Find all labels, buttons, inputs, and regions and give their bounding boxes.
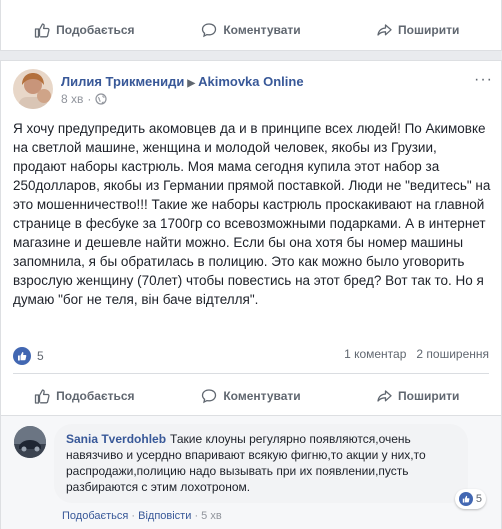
caret-right-icon: ▶ [187, 78, 196, 89]
globe-icon[interactable] [95, 93, 107, 105]
post-meta: 8 хв · [61, 92, 107, 106]
thumbs-up-icon [34, 23, 50, 38]
post-body: Я хочу предупредить акомовцев да и в при… [13, 121, 491, 307]
engagement-counts: 1 коментар 2 поширення [344, 347, 489, 361]
comments-count[interactable]: 1 коментар [344, 347, 406, 361]
comment-time[interactable]: 5 хв [201, 510, 222, 522]
like-label: Подобається [56, 23, 135, 37]
dot-separator: · [87, 92, 92, 106]
comment-actions: Подобається · Відповісти · 5 хв [62, 510, 222, 522]
commenter-photo [14, 426, 46, 458]
shares-count[interactable]: 2 поширення [416, 347, 489, 361]
share-icon [377, 24, 392, 36]
post-time[interactable]: 8 хв [61, 92, 83, 106]
comment-reactions-count: 5 [475, 493, 482, 505]
share-label: Поширити [398, 23, 460, 37]
comment-label: Коментувати [223, 23, 301, 37]
author-name[interactable]: Лилия Трикмениди [61, 74, 184, 89]
group-name[interactable]: Akimovka Online [198, 74, 303, 89]
author-photo [13, 69, 53, 109]
comment-icon [202, 23, 217, 38]
post-action-bar: Подобається Коментувати Поширити [1, 382, 501, 410]
reactions-count: 5 [37, 349, 44, 363]
comment-icon [202, 389, 217, 404]
comment-button[interactable]: Коментувати [168, 22, 335, 38]
like-button[interactable]: Подобається [1, 22, 168, 38]
previous-post-actions: Подобається Коментувати Поширити [0, 0, 502, 51]
commenter-avatar[interactable] [14, 426, 46, 458]
divider [13, 373, 489, 374]
comment-button[interactable]: Коментувати [168, 388, 335, 404]
author-avatar[interactable] [13, 69, 53, 109]
share-icon [377, 390, 392, 402]
commenter-name[interactable]: Sania Tverdohleb [66, 432, 166, 446]
comment-like-link[interactable]: Подобається [62, 510, 128, 522]
action-bar: Подобається Коментувати Поширити [1, 16, 501, 44]
like-reaction-icon [13, 347, 31, 365]
share-button[interactable]: Поширити [334, 388, 501, 404]
comment-label: Коментувати [223, 389, 301, 403]
like-reaction-icon [458, 492, 473, 506]
share-label: Поширити [398, 389, 460, 403]
thumbs-up-icon [34, 389, 50, 404]
comment-bubble: Sania Tverdohleb Такие клоуны регулярно п… [54, 424, 486, 509]
comment-reactions[interactable]: 5 [454, 489, 486, 509]
dot-separator: · [131, 510, 136, 522]
comment-reply-link[interactable]: Відповісти [138, 510, 191, 522]
share-button[interactable]: Поширити [334, 22, 501, 38]
post-header: Лилия Трикмениди ▶ Akimovka Online [61, 74, 304, 89]
more-options-icon[interactable]: ··· [474, 71, 493, 89]
dot-separator: · [194, 510, 199, 522]
like-button[interactable]: Подобається [1, 388, 168, 404]
like-label: Подобається [56, 389, 135, 403]
reactions-summary[interactable]: 5 [13, 347, 44, 365]
